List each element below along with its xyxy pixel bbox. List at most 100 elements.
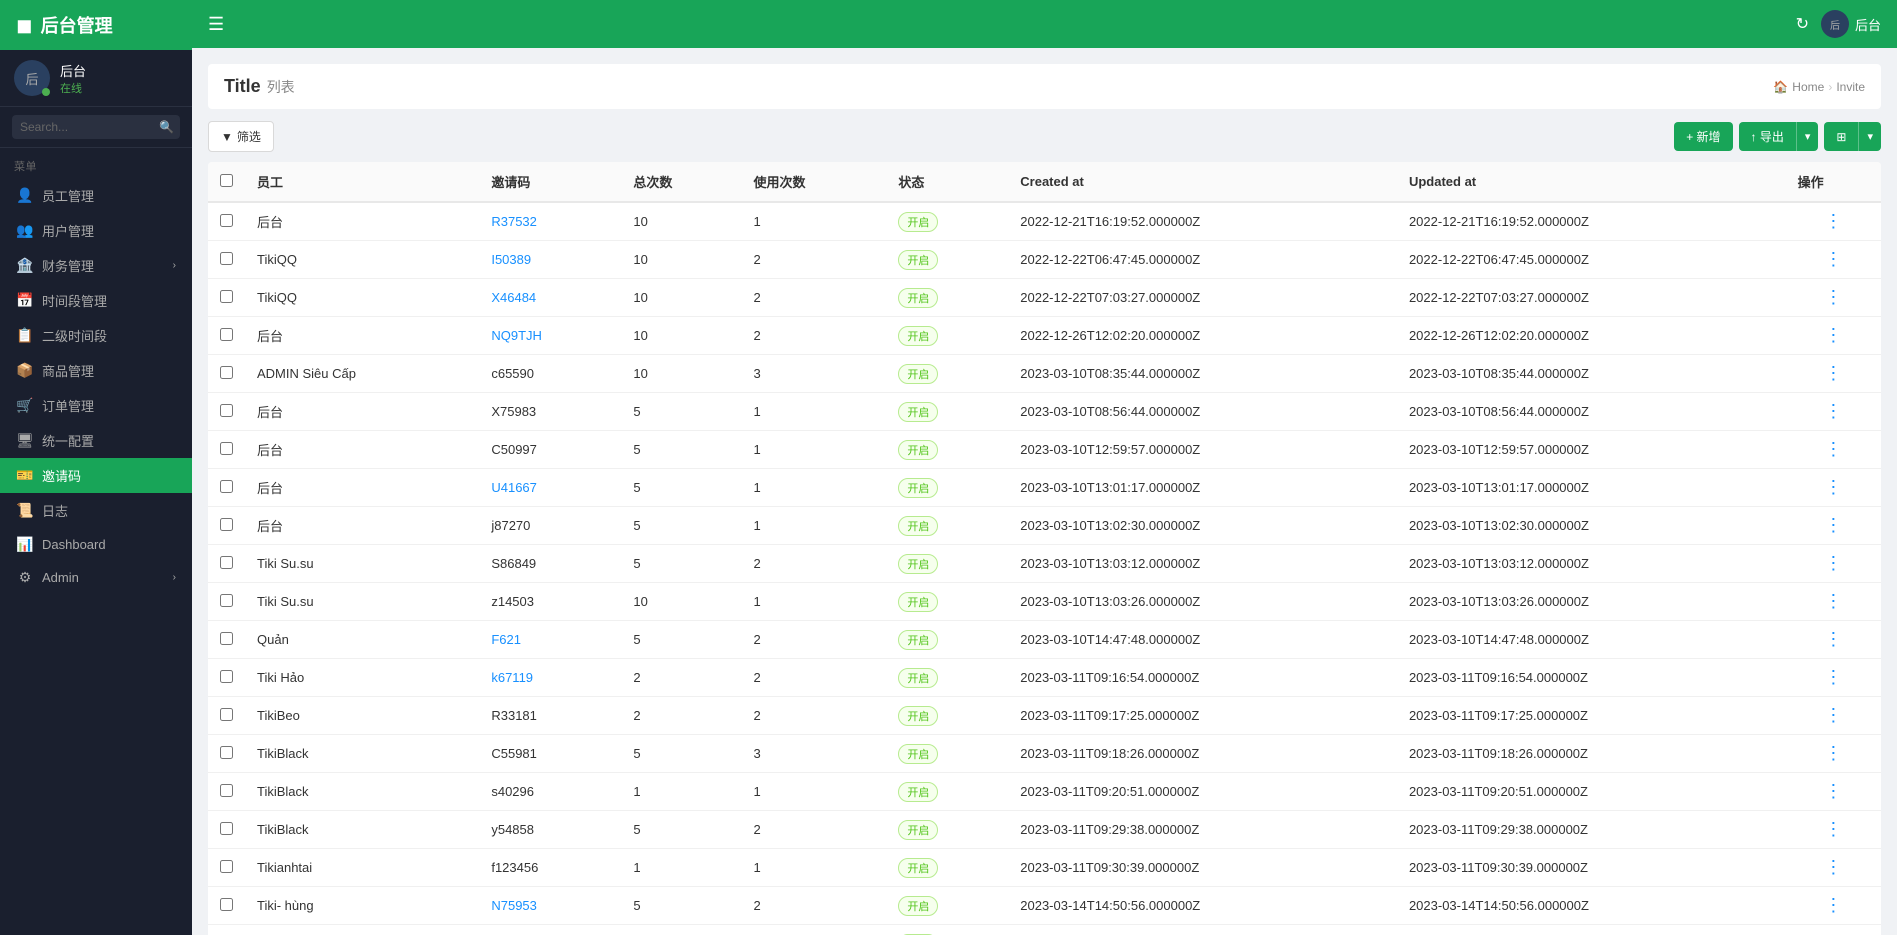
more-actions-icon[interactable]: ⋮	[1824, 667, 1842, 687]
cell-code[interactable]: k67119	[479, 659, 621, 697]
invite-code-link[interactable]: X46484	[491, 290, 536, 305]
more-actions-icon[interactable]: ⋮	[1824, 515, 1842, 535]
more-actions-icon[interactable]: ⋮	[1824, 401, 1842, 421]
sidebar-item-orders[interactable]: 🛒 订单管理	[0, 388, 192, 423]
row-checkbox[interactable]	[220, 898, 233, 911]
more-actions-icon[interactable]: ⋮	[1824, 591, 1842, 611]
cell-code[interactable]: NQ9TJH	[479, 317, 621, 355]
select-all-checkbox[interactable]	[220, 174, 233, 187]
invite-code-link[interactable]: k67119	[491, 670, 533, 685]
row-checkbox[interactable]	[220, 556, 233, 569]
more-actions-icon[interactable]: ⋮	[1824, 287, 1842, 307]
cell-actions[interactable]: ⋮	[1786, 279, 1881, 317]
more-actions-icon[interactable]: ⋮	[1824, 857, 1842, 877]
columns-button[interactable]: ⊞	[1824, 122, 1858, 151]
cell-actions[interactable]: ⋮	[1786, 545, 1881, 583]
cell-actions[interactable]: ⋮	[1786, 393, 1881, 431]
cell-actions[interactable]: ⋮	[1786, 773, 1881, 811]
row-checkbox[interactable]	[220, 632, 233, 645]
new-button[interactable]: + 新增	[1674, 122, 1732, 151]
row-checkbox[interactable]	[220, 822, 233, 835]
invite-code-link[interactable]: U41667	[491, 480, 537, 495]
row-checkbox[interactable]	[220, 480, 233, 493]
sidebar-item-users[interactable]: 👥 用户管理	[0, 213, 192, 248]
more-actions-icon[interactable]: ⋮	[1824, 895, 1842, 915]
cell-actions[interactable]: ⋮	[1786, 431, 1881, 469]
cell-actions[interactable]: ⋮	[1786, 469, 1881, 507]
cell-code[interactable]: N75953	[479, 887, 621, 925]
sidebar-item-goods[interactable]: 📦 商品管理	[0, 353, 192, 388]
more-actions-icon[interactable]: ⋮	[1824, 477, 1842, 497]
search-input[interactable]	[12, 115, 180, 139]
search-box[interactable]: 🔍	[0, 107, 192, 148]
invite-code-link[interactable]: F621	[491, 632, 521, 647]
cell-code[interactable]: I50389	[479, 241, 621, 279]
invite-code-link[interactable]: N75953	[491, 898, 537, 913]
invite-code-link[interactable]: NQ9TJH	[491, 328, 542, 343]
more-actions-icon[interactable]: ⋮	[1824, 249, 1842, 269]
more-actions-icon[interactable]: ⋮	[1824, 629, 1842, 649]
row-checkbox[interactable]	[220, 328, 233, 341]
row-checkbox[interactable]	[220, 404, 233, 417]
cell-actions[interactable]: ⋮	[1786, 811, 1881, 849]
cell-total: 5	[621, 621, 741, 659]
more-actions-icon[interactable]: ⋮	[1824, 439, 1842, 459]
row-checkbox[interactable]	[220, 670, 233, 683]
row-checkbox[interactable]	[220, 214, 233, 227]
more-actions-icon[interactable]: ⋮	[1824, 211, 1842, 231]
sidebar-item-finance[interactable]: 🏦 财务管理 ›	[0, 248, 192, 283]
row-checkbox[interactable]	[220, 518, 233, 531]
row-checkbox[interactable]	[220, 442, 233, 455]
row-checkbox[interactable]	[220, 290, 233, 303]
columns-dropdown-button[interactable]: ▾	[1858, 122, 1881, 151]
invite-code-link[interactable]: I50389	[491, 252, 531, 267]
sidebar-item-dashboard[interactable]: 📊 Dashboard	[0, 528, 192, 561]
sidebar-item-logs[interactable]: 📜 日志	[0, 493, 192, 528]
filter-button[interactable]: ▼ 筛选	[208, 121, 274, 152]
row-checkbox[interactable]	[220, 708, 233, 721]
cell-actions[interactable]: ⋮	[1786, 507, 1881, 545]
cell-code[interactable]: R37532	[479, 202, 621, 241]
invite-code-link[interactable]: R37532	[491, 214, 537, 229]
more-actions-icon[interactable]: ⋮	[1824, 743, 1842, 763]
cell-actions[interactable]: ⋮	[1786, 202, 1881, 241]
row-checkbox[interactable]	[220, 252, 233, 265]
cell-actions[interactable]: ⋮	[1786, 621, 1881, 659]
cell-actions[interactable]: ⋮	[1786, 659, 1881, 697]
more-actions-icon[interactable]: ⋮	[1824, 553, 1842, 573]
more-actions-icon[interactable]: ⋮	[1824, 819, 1842, 839]
row-checkbox[interactable]	[220, 784, 233, 797]
export-button[interactable]: ↑ 导出	[1739, 122, 1796, 151]
cell-actions[interactable]: ⋮	[1786, 355, 1881, 393]
breadcrumb-home[interactable]: Home	[1792, 80, 1824, 94]
cell-actions[interactable]: ⋮	[1786, 317, 1881, 355]
cell-code[interactable]: F621	[479, 621, 621, 659]
cell-actions[interactable]: ⋮	[1786, 583, 1881, 621]
cell-actions[interactable]: ⋮	[1786, 849, 1881, 887]
more-actions-icon[interactable]: ⋮	[1824, 325, 1842, 345]
cell-actions[interactable]: ⋮	[1786, 925, 1881, 935]
sidebar-item-employees[interactable]: 👤 员工管理	[0, 178, 192, 213]
sidebar-item-timeslot2[interactable]: 📋 二级时间段	[0, 318, 192, 353]
sidebar-item-invite[interactable]: 🎫 邀请码	[0, 458, 192, 493]
topbar-user[interactable]: 后 后台	[1821, 10, 1881, 38]
menu-toggle-icon[interactable]: ☰	[208, 14, 224, 35]
row-checkbox[interactable]	[220, 594, 233, 607]
sidebar-item-admin[interactable]: ⚙ Admin ›	[0, 561, 192, 594]
refresh-icon[interactable]: ↻	[1796, 14, 1809, 34]
cell-code[interactable]: X46484	[479, 279, 621, 317]
cell-actions[interactable]: ⋮	[1786, 887, 1881, 925]
row-checkbox[interactable]	[220, 746, 233, 759]
more-actions-icon[interactable]: ⋮	[1824, 781, 1842, 801]
more-actions-icon[interactable]: ⋮	[1824, 363, 1842, 383]
export-dropdown-button[interactable]: ▾	[1796, 122, 1819, 151]
sidebar-item-config[interactable]: 🖥 统一配置	[0, 423, 192, 458]
cell-actions[interactable]: ⋮	[1786, 735, 1881, 773]
row-checkbox[interactable]	[220, 366, 233, 379]
cell-actions[interactable]: ⋮	[1786, 241, 1881, 279]
cell-actions[interactable]: ⋮	[1786, 697, 1881, 735]
more-actions-icon[interactable]: ⋮	[1824, 705, 1842, 725]
row-checkbox[interactable]	[220, 860, 233, 873]
cell-code[interactable]: U41667	[479, 469, 621, 507]
sidebar-item-timeslot[interactable]: 📅 时间段管理	[0, 283, 192, 318]
